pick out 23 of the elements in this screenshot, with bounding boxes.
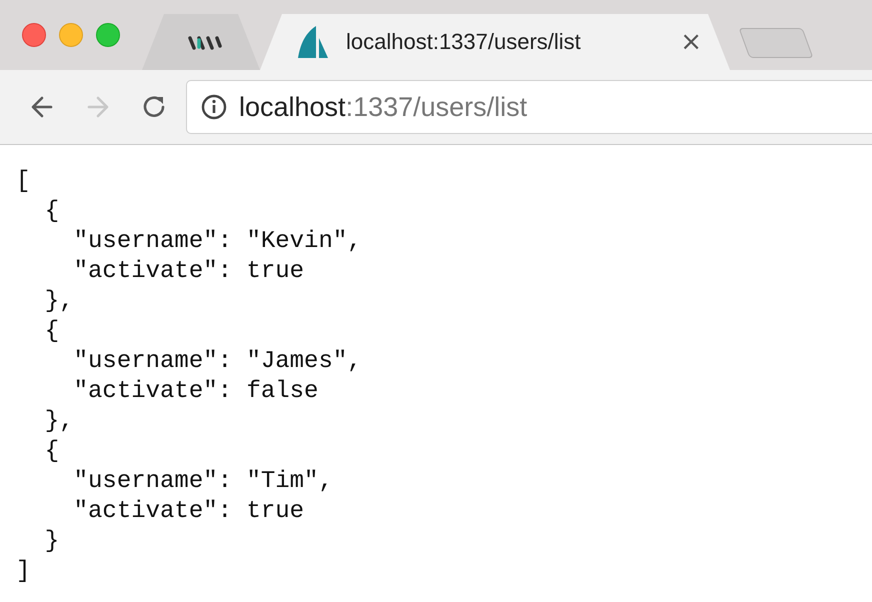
address-bar[interactable]: localhost:1337/users/list [186,80,872,134]
json-line: "username": "Kevin", [72,227,363,257]
minimize-window-button[interactable] [59,23,83,47]
json-line: ] [16,557,32,587]
close-tab-button[interactable]: × [680,27,702,57]
wave-logo-icon [188,34,222,50]
json-line: [ [16,167,32,197]
json-line: { [44,197,60,227]
json-line: "activate": true [72,497,306,527]
zoom-window-button[interactable] [96,23,120,47]
json-line: }, [44,407,75,437]
json-line: } [44,527,60,557]
sail-icon [298,26,328,58]
json-line: { [44,317,60,347]
json-line: { [44,437,60,467]
json-line: }, [44,287,75,317]
json-line: "username": "Tim", [72,467,334,497]
tab-title[interactable]: localhost:1337/users/list [346,29,662,55]
json-line: "activate": false [72,377,320,407]
info-icon [201,94,227,120]
json-line: "username": "James", [72,347,363,377]
json-line: "activate": true [72,257,306,287]
close-window-button[interactable] [22,23,46,47]
